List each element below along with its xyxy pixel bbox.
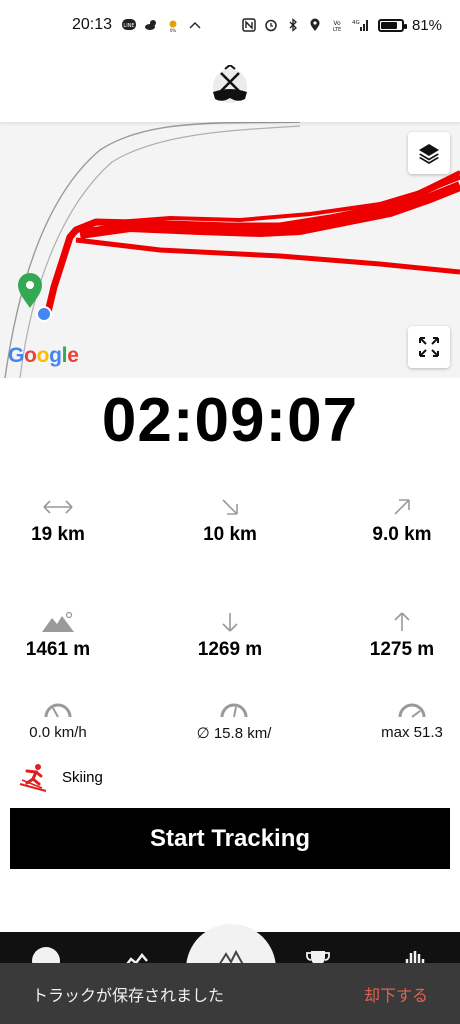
sport-label: Skiing [62, 768, 103, 786]
stat-ascent: 1275 m [332, 609, 460, 661]
location-icon [310, 18, 320, 31]
map-layers-button[interactable] [408, 132, 450, 174]
sport-selector[interactable]: Skiing [18, 762, 103, 792]
arrow-down-icon [222, 613, 238, 632]
stat-max-altitude: 1461 m [0, 609, 128, 661]
downhill-distance-value: 10 km [203, 524, 257, 545]
layers-icon [419, 144, 439, 164]
descent-value: 1269 m [197, 639, 263, 660]
stat-avg-speed: ∅ 15.8 km/ [164, 696, 304, 742]
stat-distance: 19 km [0, 494, 128, 546]
start-marker-icon [18, 273, 42, 308]
start-tracking-button[interactable]: Start Tracking [10, 808, 450, 869]
mountain-icon [42, 611, 74, 632]
volte-icon: VoLTE [333, 20, 341, 32]
alarm-icon [265, 19, 277, 32]
max-altitude-value: 1461 m [25, 639, 91, 660]
battery-percent: 81% [411, 16, 442, 34]
battery-icon [377, 18, 407, 32]
svg-text:Vo: Vo [333, 20, 341, 27]
arrow-up-right-icon [394, 499, 410, 515]
current-speed-value: 0.0 km/h [29, 724, 87, 741]
ascent-value: 1275 m [369, 639, 435, 660]
status-bar: 20:13 LINE 0% Vo LTE 4G 81% [0, 0, 460, 50]
max-speed-value: max 51.3 [381, 724, 443, 741]
sun-icon: 0% [169, 20, 177, 32]
uphill-distance-value: 9.0 km [372, 524, 432, 545]
expand-icon [419, 337, 439, 357]
map-fullscreen-button[interactable] [408, 326, 450, 368]
distance-value: 19 km [31, 524, 85, 545]
distance-arrows-icon [43, 500, 73, 514]
line-app-icon: LINE [122, 19, 137, 30]
status-time: 20:13 [72, 16, 113, 33]
svg-text:LTE: LTE [333, 27, 341, 32]
speedometer-icon [398, 703, 426, 718]
chevron-up-icon [189, 22, 201, 29]
stat-current-speed: 0.0 km/h [0, 696, 128, 741]
snackbar: トラックが保存されました 却下する [0, 963, 460, 1024]
svg-text:0%: 0% [170, 28, 177, 32]
bluetooth-icon [289, 18, 297, 32]
battery-level [380, 21, 398, 29]
snackbar-dismiss-button[interactable]: 却下する [364, 982, 428, 1006]
speedometer-icon [44, 703, 72, 718]
map-canvas [4, 122, 460, 378]
arrow-down-right-icon [222, 499, 238, 515]
signal-4g-icon: 4G [352, 20, 368, 31]
app-header [0, 50, 460, 122]
snackbar-message: トラックが保存されました [32, 985, 225, 1005]
stat-uphill-distance: 9.0 km [332, 494, 460, 546]
speedometer-icon [220, 703, 248, 718]
skier-icon [19, 764, 47, 792]
stat-descent: 1269 m [160, 609, 300, 661]
notification-icons: LINE 0% [122, 18, 202, 32]
svg-text:4G: 4G [352, 20, 360, 26]
google-logo: Google [8, 344, 79, 367]
nfc-icon [242, 18, 256, 32]
app-logo [213, 65, 247, 103]
avg-speed-value: ∅ 15.8 km/ [196, 725, 272, 742]
current-position-dot [36, 306, 52, 322]
system-icons: Vo LTE 4G 81% [242, 17, 442, 34]
elapsed-timer: 02:09:07 [101, 386, 359, 455]
svg-text:LINE: LINE [123, 23, 134, 29]
stat-max-speed: max 51.3 [342, 696, 460, 741]
track-line [44, 170, 460, 313]
arrow-up-icon [394, 612, 410, 631]
route-map[interactable]: Google [0, 122, 460, 378]
weather-icon [145, 20, 157, 30]
stat-downhill-distance: 10 km [160, 494, 300, 546]
